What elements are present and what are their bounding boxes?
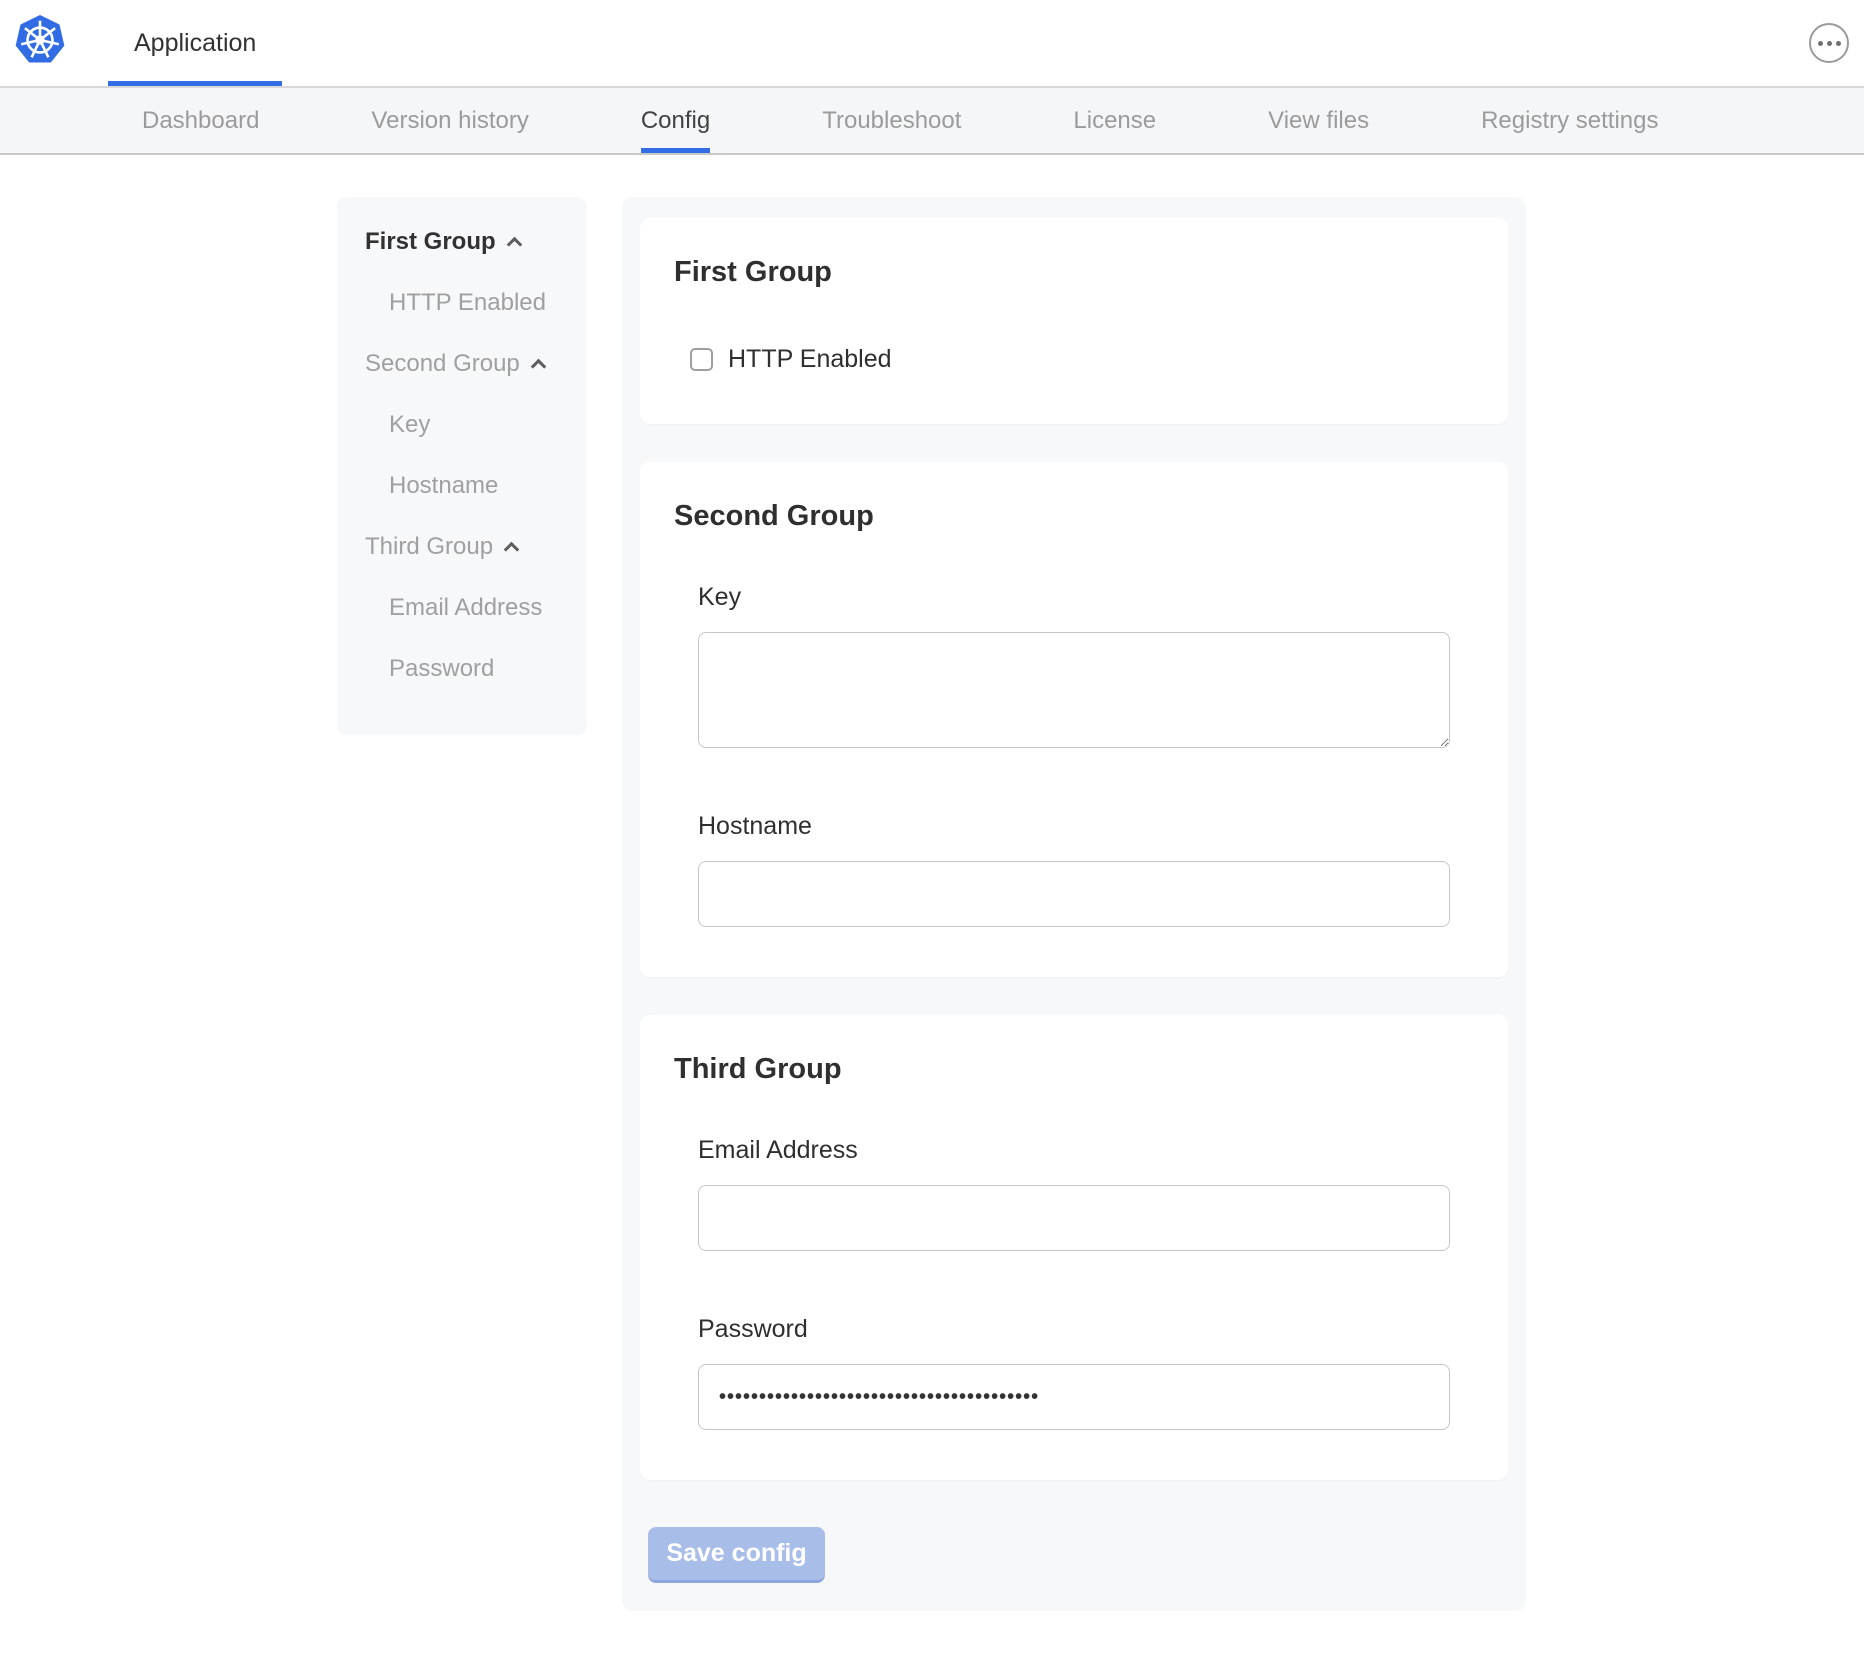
hostname-input[interactable] xyxy=(698,861,1450,927)
sidebar-item-second-group[interactable]: Second Group xyxy=(337,349,587,379)
group-title: Second Group xyxy=(674,500,1488,533)
http-enabled-label[interactable]: HTTP Enabled xyxy=(728,345,892,374)
sidebar-item-first-group[interactable]: First Group xyxy=(337,227,587,257)
config-group-second: Second Group Key Hostname xyxy=(640,462,1508,977)
app-tab-application[interactable]: Application xyxy=(108,0,282,86)
sidebar-item-label: First Group xyxy=(365,227,496,257)
key-textarea[interactable] xyxy=(698,632,1450,748)
tab-registry-settings[interactable]: Registry settings xyxy=(1481,88,1658,153)
password-input[interactable] xyxy=(698,1364,1450,1430)
sidebar-item-third-group[interactable]: Third Group xyxy=(337,532,587,562)
overflow-menu-button[interactable] xyxy=(1809,23,1849,63)
sidebar-item-label: Key xyxy=(389,410,430,440)
chevron-up-icon xyxy=(504,542,520,558)
admin-console-page: Application Dashboard Version history Co… xyxy=(0,0,1864,1651)
tab-license[interactable]: License xyxy=(1073,88,1156,153)
password-label: Password xyxy=(698,1315,1450,1344)
email-address-label: Email Address xyxy=(698,1136,1450,1165)
config-content: First Group HTTP Enabled Second Group Ke… xyxy=(0,155,1864,1651)
sidebar-item-label: HTTP Enabled xyxy=(389,288,546,318)
config-form-area: First Group HTTP Enabled Second Group Ke… xyxy=(622,197,1526,1611)
secondary-nav: Dashboard Version history Config Trouble… xyxy=(0,88,1864,155)
sidebar-item-email-address[interactable]: Email Address xyxy=(337,593,587,623)
password-field: Password xyxy=(698,1315,1450,1430)
tab-config[interactable]: Config xyxy=(641,88,710,153)
sidebar-item-key[interactable]: Key xyxy=(337,410,587,440)
app-tab-label: Application xyxy=(134,29,256,58)
hostname-label: Hostname xyxy=(698,812,1450,841)
sidebar-item-label: Email Address xyxy=(389,593,542,623)
sidebar-item-label: Password xyxy=(389,654,494,684)
http-enabled-checkbox[interactable] xyxy=(690,348,713,371)
email-address-input[interactable] xyxy=(698,1185,1450,1251)
kubernetes-logo-icon xyxy=(14,12,66,68)
chevron-up-icon xyxy=(506,237,522,253)
chevron-up-icon xyxy=(531,359,547,375)
group-title: Third Group xyxy=(674,1053,1488,1086)
save-config-button[interactable]: Save config xyxy=(648,1527,825,1583)
email-address-field: Email Address xyxy=(698,1136,1450,1251)
tab-version-history[interactable]: Version history xyxy=(371,88,528,153)
tab-view-files[interactable]: View files xyxy=(1268,88,1369,153)
tab-troubleshoot[interactable]: Troubleshoot xyxy=(822,88,961,153)
config-group-third: Third Group Email Address Password xyxy=(640,1015,1508,1480)
config-sidebar: First Group HTTP Enabled Second Group Ke… xyxy=(337,197,587,735)
http-enabled-row: HTTP Enabled xyxy=(690,345,1488,374)
key-field: Key xyxy=(698,583,1450,748)
hostname-field: Hostname xyxy=(698,812,1450,927)
app-header: Application xyxy=(0,0,1864,88)
sidebar-item-password[interactable]: Password xyxy=(337,654,587,684)
sidebar-item-http-enabled[interactable]: HTTP Enabled xyxy=(337,288,587,318)
tab-dashboard[interactable]: Dashboard xyxy=(142,88,259,153)
group-title: First Group xyxy=(674,256,1488,289)
sidebar-item-label: Second Group xyxy=(365,349,520,379)
sidebar-item-hostname[interactable]: Hostname xyxy=(337,471,587,501)
ellipsis-icon xyxy=(1818,41,1823,46)
sidebar-item-label: Third Group xyxy=(365,532,493,562)
config-group-first: First Group HTTP Enabled xyxy=(640,218,1508,424)
sidebar-item-label: Hostname xyxy=(389,471,498,501)
key-label: Key xyxy=(698,583,1450,612)
